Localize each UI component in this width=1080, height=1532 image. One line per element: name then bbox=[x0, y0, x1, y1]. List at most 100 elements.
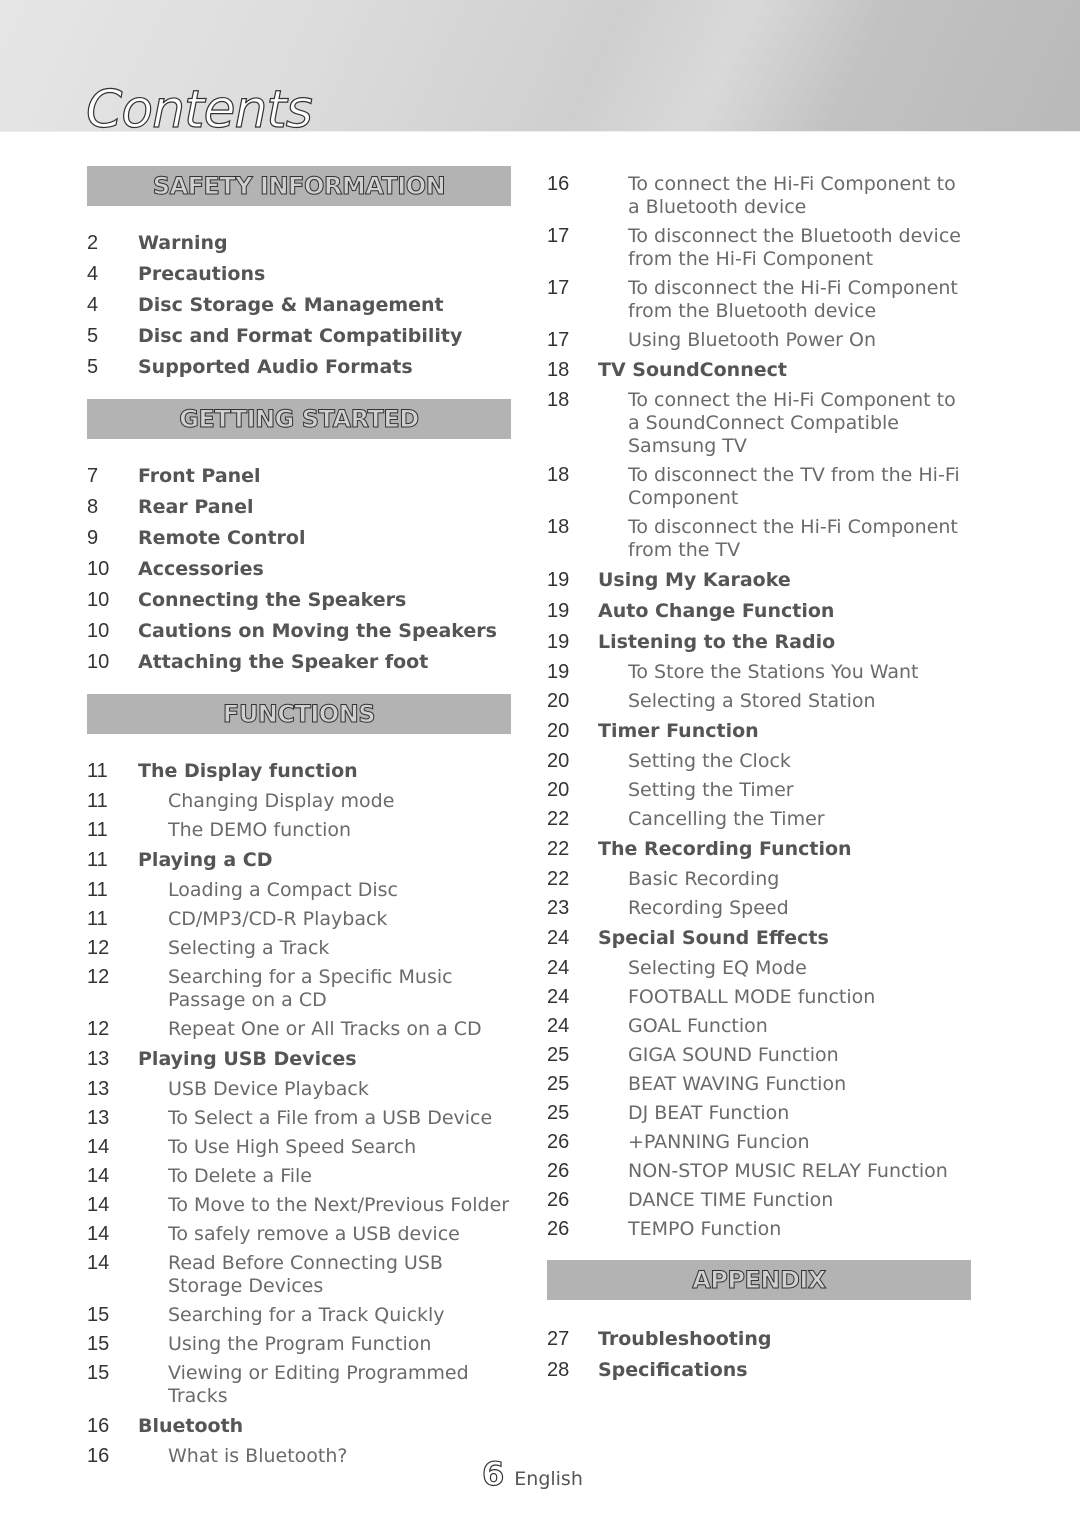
toc-entry[interactable]: 24 Selecting EQ Mode bbox=[547, 954, 971, 983]
toc-entry-label: TV SoundConnect bbox=[598, 359, 787, 381]
toc-entry[interactable]: 25 DJ BEAT Function bbox=[547, 1099, 971, 1128]
toc-entry[interactable]: 26 TEMPO Function bbox=[547, 1215, 971, 1244]
toc-entry[interactable]: 11 The DEMO function bbox=[87, 816, 511, 845]
toc-entry[interactable]: 11 Playing a CD bbox=[87, 845, 511, 876]
toc-entry[interactable]: 20 Setting the Timer bbox=[547, 776, 971, 805]
toc-entry[interactable]: 15 Searching for a Track Quickly bbox=[87, 1301, 511, 1330]
toc-entry[interactable]: 24 FOOTBALL MODE function bbox=[547, 983, 971, 1012]
toc-page-number: 5 bbox=[87, 356, 99, 378]
toc-entry[interactable]: 20 Setting the Clock bbox=[547, 747, 971, 776]
toc-entry[interactable]: 26 +PANNING Funcion bbox=[547, 1128, 971, 1157]
toc-entry[interactable]: 5 Supported Audio Formats bbox=[87, 352, 511, 383]
toc-entry[interactable]: 24 Special Sound Effects bbox=[547, 923, 971, 954]
toc-entry[interactable]: 13 Playing USB Devices bbox=[87, 1044, 511, 1075]
toc-entry[interactable]: 14 To Use High Speed Search bbox=[87, 1133, 511, 1162]
toc-entry[interactable]: 10 Connecting the Speakers bbox=[87, 585, 511, 616]
toc-entry[interactable]: 22 The Recording Function bbox=[547, 834, 971, 865]
toc-entry[interactable]: 25 GIGA SOUND Function bbox=[547, 1041, 971, 1070]
toc-entry[interactable]: 10 Accessories bbox=[87, 554, 511, 585]
toc-entry-label: GIGA SOUND Function bbox=[628, 1044, 839, 1066]
toc-entry[interactable]: 12 Selecting a Track bbox=[87, 934, 511, 963]
toc-entry-label: Listening to the Radio bbox=[598, 631, 836, 653]
toc-entry[interactable]: 19 Using My Karaoke bbox=[547, 565, 971, 596]
toc-entry[interactable]: 25 BEAT WAVING Function bbox=[547, 1070, 971, 1099]
toc-entry-label: Disc and Format Compatibility bbox=[138, 325, 463, 347]
toc-entry-label: To connect the Hi-Fi Component to a Soun… bbox=[628, 389, 956, 457]
toc-page-number: 17 bbox=[547, 225, 570, 247]
toc-page-number: 12 bbox=[87, 937, 110, 959]
toc-entry[interactable]: 4 Precautions bbox=[87, 259, 511, 290]
toc-entry[interactable]: 17 Using Bluetooth Power On bbox=[547, 326, 971, 355]
toc-entry[interactable]: 12 Repeat One or All Tracks on a CD bbox=[87, 1015, 511, 1044]
toc-entry[interactable]: 14 Read Before Connecting USB Storage Dev… bbox=[87, 1249, 511, 1301]
toc-entry[interactable]: 11 Changing Display mode bbox=[87, 787, 511, 816]
toc-entry-label: To Select a File from a USB Device bbox=[168, 1107, 493, 1129]
toc-entry-label: TEMPO Function bbox=[628, 1218, 782, 1240]
toc-entry[interactable]: 15 Using the Program Function bbox=[87, 1330, 511, 1359]
toc-entry[interactable]: 19 To Store the Stations You Want bbox=[547, 658, 971, 687]
toc-entry[interactable]: 19 Auto Change Function bbox=[547, 596, 971, 627]
toc-entry[interactable]: 11 CD/MP3/CD-R Playback bbox=[87, 905, 511, 934]
toc-entry-label: Attaching the Speaker foot bbox=[138, 651, 429, 673]
toc-entry[interactable]: 13 USB Device Playback bbox=[87, 1075, 511, 1104]
toc-entry[interactable]: 13 To Select a File from a USB Device bbox=[87, 1104, 511, 1133]
toc-entry-label: USB Device Playback bbox=[168, 1078, 369, 1100]
toc-entry[interactable]: 17 To disconnect the Hi-Fi Component from… bbox=[547, 274, 971, 326]
toc-entry[interactable]: 27 Troubleshooting bbox=[547, 1324, 971, 1355]
toc-page-number: 10 bbox=[87, 558, 110, 580]
toc-entry[interactable]: 8 Rear Panel bbox=[87, 492, 511, 523]
toc-entry[interactable]: 24 GOAL Function bbox=[547, 1012, 971, 1041]
toc-entry[interactable]: 7 Front Panel bbox=[87, 461, 511, 492]
toc-entry-label: To disconnect the Bluetooth device from … bbox=[628, 225, 961, 270]
toc-entry[interactable]: 18 To disconnect the TV from the Hi-Fi Co… bbox=[547, 461, 971, 513]
toc-entry-label: Rear Panel bbox=[138, 496, 254, 518]
toc-entry-label: To Store the Stations You Want bbox=[628, 661, 919, 683]
toc-entry[interactable]: 16 Bluetooth bbox=[87, 1411, 511, 1442]
toc-page-number: 11 bbox=[87, 760, 108, 782]
toc-entry-label: Connecting the Speakers bbox=[138, 589, 407, 611]
toc-page-number: 25 bbox=[547, 1044, 570, 1066]
toc-entry[interactable]: 20 Timer Function bbox=[547, 716, 971, 747]
toc-page-number: 18 bbox=[547, 359, 570, 381]
toc-page-number: 16 bbox=[547, 173, 570, 195]
toc-entry[interactable]: 22 Basic Recording bbox=[547, 865, 971, 894]
toc-entry[interactable]: 14 To Delete a File bbox=[87, 1162, 511, 1191]
toc-page-number: 24 bbox=[547, 1015, 570, 1037]
toc-entry[interactable]: 16 To connect the Hi-Fi Component to a Bl… bbox=[547, 170, 971, 222]
toc-entry[interactable]: 14 To Move to the Next/Previous Folder bbox=[87, 1191, 511, 1220]
toc-page-number: 16 bbox=[87, 1445, 110, 1467]
toc-page-number: 5 bbox=[87, 325, 99, 347]
toc-entry[interactable]: 17 To disconnect the Bluetooth device fro… bbox=[547, 222, 971, 274]
toc-entry[interactable]: 20 Selecting a Stored Station bbox=[547, 687, 971, 716]
toc-entry[interactable]: 18 To connect the Hi-Fi Component to a So… bbox=[547, 386, 971, 461]
toc-entry[interactable]: 28 Specifications bbox=[547, 1355, 971, 1386]
toc-entry-label: Timer Function bbox=[598, 720, 759, 742]
toc-entry-label: Searching for a Track Quickly bbox=[168, 1304, 445, 1326]
toc-entry[interactable]: 11 The Display function bbox=[87, 756, 511, 787]
toc-entry[interactable]: 14 To safely remove a USB device bbox=[87, 1220, 511, 1249]
toc-entry[interactable]: 11 Loading a Compact Disc bbox=[87, 876, 511, 905]
toc-entry[interactable]: 19 Listening to the Radio bbox=[547, 627, 971, 658]
toc-entry[interactable]: 4 Disc Storage & Management bbox=[87, 290, 511, 321]
section-heading-appendix: APPENDIX bbox=[547, 1260, 971, 1300]
toc-entry[interactable]: 5 Disc and Format Compatibility bbox=[87, 321, 511, 352]
toc-entry[interactable]: 9 Remote Control bbox=[87, 523, 511, 554]
toc-entry[interactable]: 26 NON-STOP MUSIC RELAY Function bbox=[547, 1157, 971, 1186]
toc-entry[interactable]: 12 Searching for a Specific Music Passage… bbox=[87, 963, 511, 1015]
toc-entry[interactable]: 10 Attaching the Speaker foot bbox=[87, 647, 511, 678]
toc-entry-label: Supported Audio Formats bbox=[138, 356, 413, 378]
toc-entry-label: Basic Recording bbox=[628, 868, 780, 890]
toc-entry-label: Remote Control bbox=[138, 527, 306, 549]
toc-entry[interactable]: 2 Warning bbox=[87, 228, 511, 259]
toc-entry[interactable]: 18 To disconnect the Hi-Fi Component from… bbox=[547, 513, 971, 565]
toc-entry[interactable]: 26 DANCE TIME Function bbox=[547, 1186, 971, 1215]
toc-entry[interactable]: 22 Cancelling the Timer bbox=[547, 805, 971, 834]
toc-entry[interactable]: 16 What is Bluetooth? bbox=[87, 1442, 511, 1471]
toc-page-number: 2 bbox=[87, 232, 99, 254]
toc-entry[interactable]: 23 Recording Speed bbox=[547, 894, 971, 923]
toc-page-number: 8 bbox=[87, 496, 99, 518]
toc-entry[interactable]: 18 TV SoundConnect bbox=[547, 355, 971, 386]
toc-entry[interactable]: 15 Viewing or Editing Programmed Tracks bbox=[87, 1359, 511, 1411]
toc-page-number: 22 bbox=[547, 838, 570, 860]
toc-entry[interactable]: 10 Cautions on Moving the Speakers bbox=[87, 616, 511, 647]
